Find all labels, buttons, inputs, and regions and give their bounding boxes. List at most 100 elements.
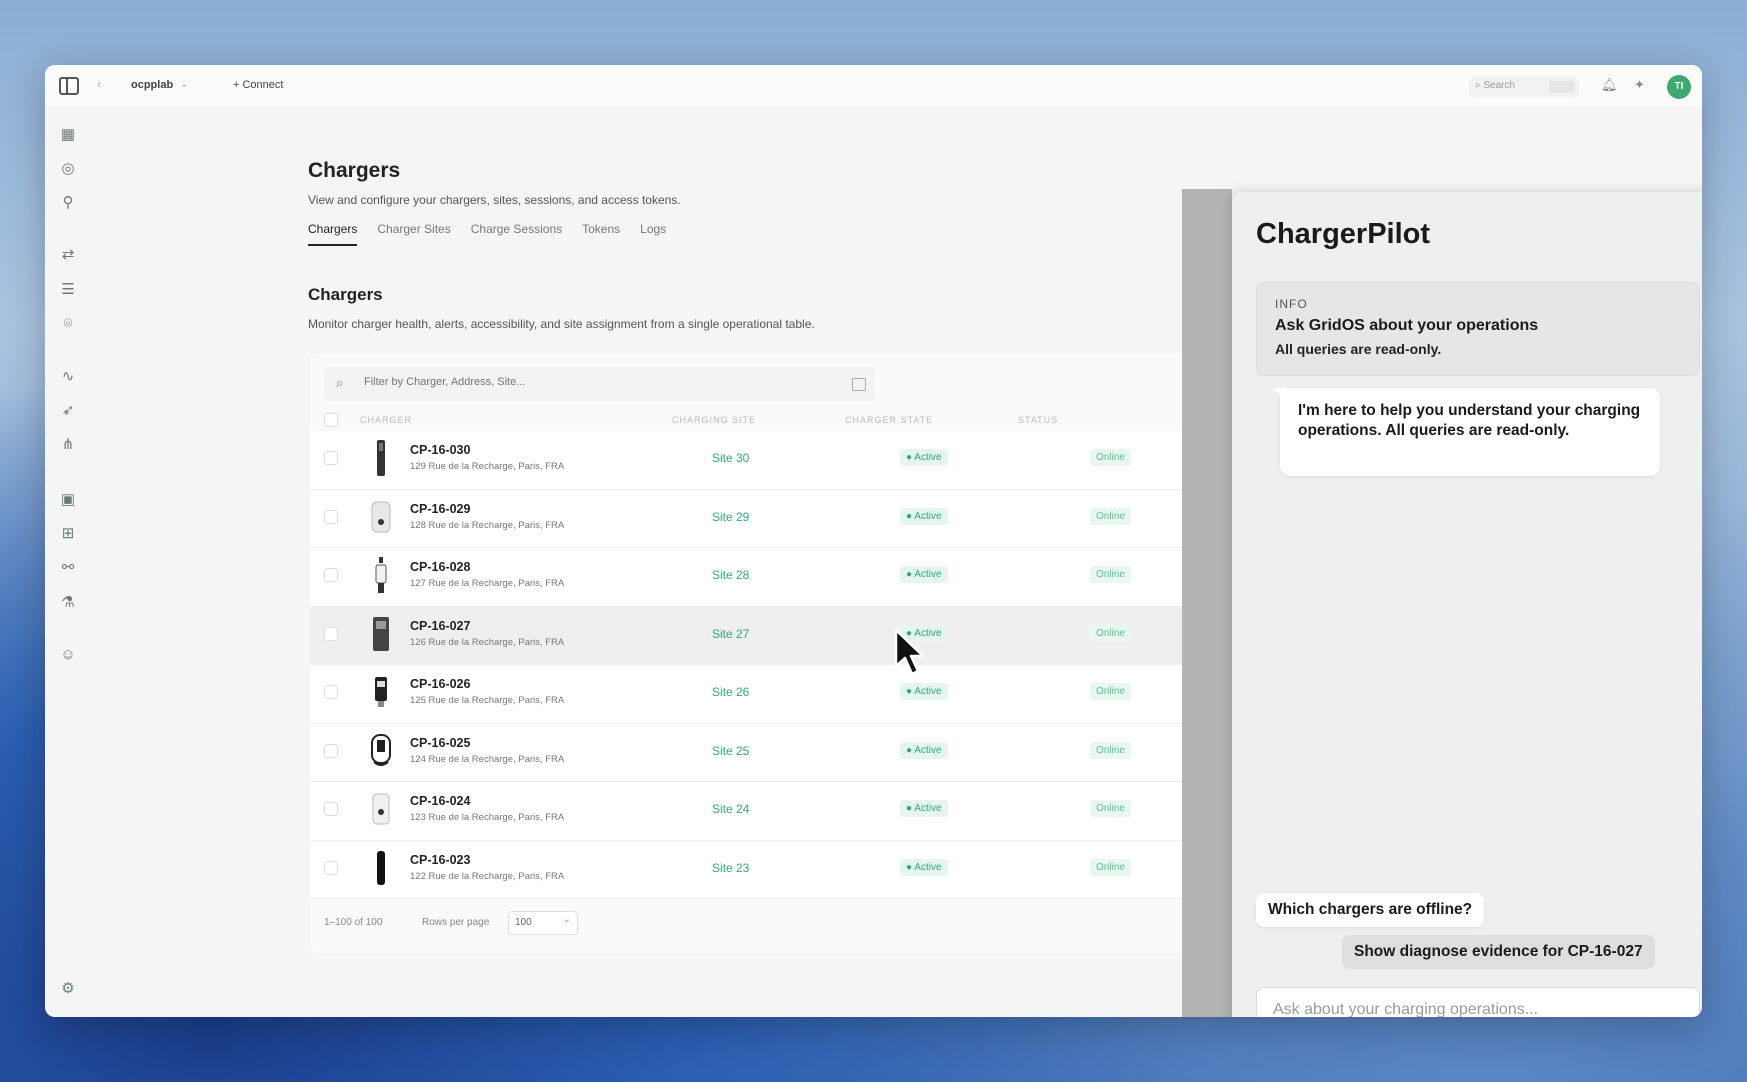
sidebar: ▦ ◎ ⚲ ⇄ ☰ ⌾ ∿ ➶ ⋔ ▣ ⊞ ⚯ ⚗ ☺ ⚙ <box>45 107 90 1017</box>
row-checkbox[interactable] <box>324 685 338 699</box>
table-body: CP-16-030 129 Rue de la Recharge, Paris,… <box>310 431 1182 899</box>
workflow-icon[interactable]: ⚯ <box>58 558 78 578</box>
row-checkbox[interactable] <box>324 626 338 641</box>
charger-site-link[interactable]: Site 26 <box>712 685 749 699</box>
tab-charge-sessions[interactable]: Charge Sessions <box>471 222 562 246</box>
suggestion-offline-chargers[interactable]: Which chargers are offline? <box>1256 893 1485 927</box>
columns-icon[interactable] <box>852 378 866 391</box>
tab-charger-sites[interactable]: Charger Sites <box>377 222 450 246</box>
charger-image <box>375 677 387 707</box>
dashboard-icon[interactable]: ▦ <box>58 125 78 145</box>
title-bar: ‹ ocpplab ⌄ + Connect ⌕ Search 🔔︎ ✦ TI <box>45 65 1702 107</box>
charger-address: 127 Rue de la Recharge, Paris, FRA <box>410 578 565 589</box>
tab-chargers[interactable]: Chargers <box>308 222 358 246</box>
row-checkbox[interactable] <box>324 743 338 758</box>
global-search[interactable]: ⌕ Search <box>1469 77 1579 97</box>
users-icon[interactable]: ☺ <box>58 645 78 665</box>
tab-logs[interactable]: Logs <box>640 222 666 246</box>
charger-state-badge: ● Active <box>900 741 948 759</box>
back-arrow-icon[interactable]: ‹ <box>97 77 101 91</box>
map-pin-icon[interactable]: ⌾ <box>58 314 78 334</box>
chat-input[interactable] <box>1257 988 1699 1017</box>
column-header-charger[interactable]: CHARGER <box>360 415 412 425</box>
charger-id[interactable]: CP-16-027 <box>410 619 470 633</box>
route-icon[interactable]: ⚲ <box>58 193 78 213</box>
activity-icon[interactable]: ∿ <box>58 367 78 387</box>
bell-icon[interactable]: 🔔︎ <box>1601 77 1618 93</box>
table-footer: 1–100 of 100 Rows per page 100 <box>310 903 1182 943</box>
charger-state-badge: ● Active <box>900 800 948 817</box>
row-checkbox[interactable] <box>324 860 338 875</box>
workspace-selector[interactable]: ocpplab <box>131 79 173 91</box>
blocks-icon[interactable]: ⊞ <box>58 524 78 544</box>
charger-site-link[interactable]: Site 29 <box>712 510 749 524</box>
location-icon[interactable]: ◎ <box>58 159 78 179</box>
charger-address: 123 Rue de la Recharge, Paris, FRA <box>410 812 565 823</box>
info-card: INFO Ask GridOS about your operations Al… <box>1256 282 1700 376</box>
charger-image <box>377 440 385 476</box>
charger-state-badge: ● Active <box>900 507 948 525</box>
column-header-charging-site[interactable]: CHARGING SITE <box>672 415 756 425</box>
charger-address: 126 Rue de la Recharge, Paris, FRA <box>410 636 565 648</box>
charger-id[interactable]: CP-16-024 <box>410 794 470 808</box>
transfer-icon[interactable]: ⇄ <box>58 245 78 265</box>
rows-per-page-select[interactable]: 100 <box>508 911 578 935</box>
connect-button[interactable]: + Connect <box>233 79 283 91</box>
charger-address: 129 Rue de la Recharge, Paris, FRA <box>410 461 565 472</box>
chargerpilot-panel: ChargerPilot INFO Ask GridOS about your … <box>1232 192 1702 1017</box>
table-row[interactable]: CP-16-027 126 Rue de la Recharge, Paris,… <box>310 606 1182 665</box>
panel-backdrop <box>1182 189 1232 1017</box>
table-row[interactable]: CP-16-024 123 Rue de la Recharge, Paris,… <box>310 782 1182 841</box>
charger-address: 125 Rue de la Recharge, Paris, FRA <box>410 695 565 706</box>
chevron-down-icon[interactable]: ⌄ <box>180 79 188 90</box>
charger-site-link[interactable]: Site 25 <box>712 744 749 758</box>
column-header-charger-state[interactable]: CHARGER STATE <box>845 415 933 425</box>
row-checkbox[interactable] <box>324 568 338 582</box>
database-icon[interactable]: ☰ <box>58 280 78 300</box>
avatar[interactable]: TI <box>1667 75 1691 99</box>
table-row[interactable]: CP-16-026 125 Rue de la Recharge, Paris,… <box>310 665 1182 724</box>
shortcut-key <box>1549 81 1575 93</box>
charger-id[interactable]: CP-16-023 <box>410 853 470 867</box>
tab-tokens[interactable]: Tokens <box>582 222 620 246</box>
suggestion-diagnose-evidence[interactable]: Show diagnose evidence for CP-16-027 <box>1342 935 1655 969</box>
chat-input-box <box>1256 987 1700 1017</box>
charger-id[interactable]: CP-16-030 <box>410 443 470 457</box>
charger-address: 122 Rue de la Recharge, Paris, FRA <box>410 870 565 882</box>
panel-title: ChargerPilot <box>1256 218 1431 250</box>
charger-site-link[interactable]: Site 27 <box>712 627 749 641</box>
rocket-icon[interactable]: ➶ <box>58 401 78 421</box>
charger-site-link[interactable]: Site 23 <box>712 861 749 875</box>
network-icon[interactable]: ⋔ <box>58 435 78 455</box>
row-checkbox[interactable] <box>324 451 338 465</box>
charger-id[interactable]: CP-16-028 <box>410 560 470 574</box>
charger-id[interactable]: CP-16-029 <box>410 502 470 516</box>
settings-icon[interactable]: ⚙ <box>58 979 78 999</box>
filter-input[interactable] <box>364 376 764 388</box>
flask-icon[interactable]: ⚗ <box>58 593 78 613</box>
charger-image <box>375 557 387 593</box>
charger-site-link[interactable]: Site 24 <box>712 802 749 816</box>
charger-image <box>373 616 389 651</box>
row-checkbox[interactable] <box>324 802 338 816</box>
main-content: Chargers View and configure your charger… <box>90 107 1182 1017</box>
sparkle-icon[interactable]: ✦ <box>1634 77 1645 93</box>
column-header-status[interactable]: STATUS <box>1018 415 1058 425</box>
charger-id[interactable]: CP-16-025 <box>410 736 470 750</box>
assistant-message: I'm here to help you understand your cha… <box>1272 388 1660 476</box>
charger-image <box>377 850 385 885</box>
table-row[interactable]: CP-16-023 122 Rue de la Recharge, Paris,… <box>310 840 1182 899</box>
select-all-checkbox[interactable] <box>324 413 338 427</box>
charger-image <box>372 793 390 825</box>
charger-site-link[interactable]: Site 28 <box>712 568 749 582</box>
table-row[interactable]: CP-16-029 128 Rue de la Recharge, Paris,… <box>310 489 1182 548</box>
chip-icon[interactable]: ▣ <box>58 490 78 510</box>
table-row[interactable]: CP-16-028 127 Rue de la Recharge, Paris,… <box>310 548 1182 607</box>
row-checkbox[interactable] <box>324 509 338 524</box>
sidebar-toggle-icon[interactable] <box>59 77 79 95</box>
table-row[interactable]: CP-16-030 129 Rue de la Recharge, Paris,… <box>310 431 1182 490</box>
charger-id[interactable]: CP-16-026 <box>410 677 470 691</box>
status-badge: Online <box>1090 858 1131 876</box>
charger-site-link[interactable]: Site 30 <box>712 451 749 465</box>
table-row[interactable]: CP-16-025 124 Rue de la Recharge, Paris,… <box>310 723 1182 782</box>
